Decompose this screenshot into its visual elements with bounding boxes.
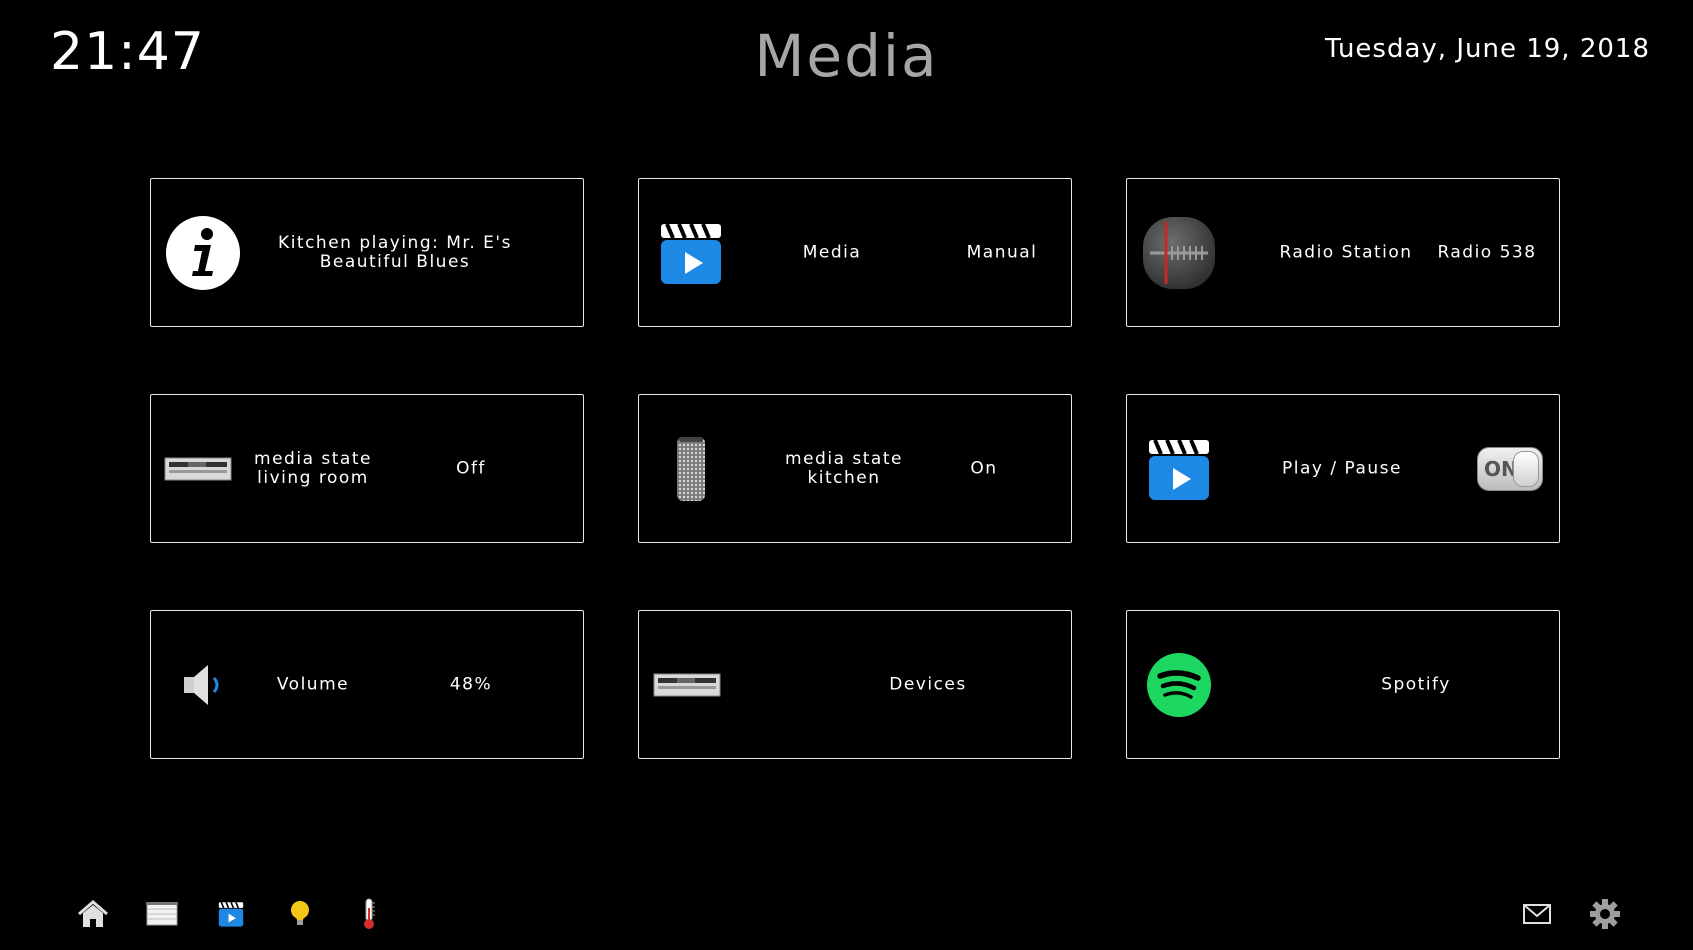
av-receiver-icon xyxy=(651,645,723,725)
tile-radio-station[interactable]: Radio Station Radio 538 xyxy=(1126,178,1560,327)
lightbulb-icon[interactable] xyxy=(281,895,319,933)
tile-radio-station-label: Radio Station xyxy=(1279,242,1413,262)
smart-speaker-icon xyxy=(651,429,731,509)
bottom-nav xyxy=(0,895,1693,935)
tile-volume[interactable]: Volume 48% xyxy=(150,610,584,759)
speaker-volume-icon xyxy=(163,645,243,725)
tile-volume-label: Volume xyxy=(276,674,350,694)
settings-gear-icon[interactable] xyxy=(1586,895,1624,933)
tile-spotify-label: Spotify xyxy=(1381,674,1451,694)
clapperboard-play-icon xyxy=(1139,429,1219,509)
tile-media-state-kitchen[interactable]: media state kitchen On xyxy=(638,394,1072,543)
play-pause-toggle[interactable]: ON xyxy=(1477,446,1543,491)
tile-living-room-value: Off xyxy=(456,458,486,478)
radio-dial-icon xyxy=(1139,213,1219,293)
spotify-icon xyxy=(1139,645,1219,725)
tile-devices-label: Devices xyxy=(889,674,967,694)
mail-icon[interactable] xyxy=(1518,895,1556,933)
tile-devices[interactable]: Devices xyxy=(638,610,1072,759)
tile-kitchen-label: media state kitchen xyxy=(785,448,903,488)
date: Tuesday, June 19, 2018 xyxy=(1325,34,1650,64)
toggle-knob xyxy=(1513,450,1539,487)
media-icon[interactable] xyxy=(212,895,250,933)
tile-kitchen-value: On xyxy=(970,458,998,478)
tile-now-playing-label: Kitchen playing: Mr. E's Beautiful Blues xyxy=(278,232,512,272)
av-receiver-icon xyxy=(163,429,233,509)
tile-play-pause-label: Play / Pause xyxy=(1282,458,1402,478)
tile-radio-station-value: Radio 538 xyxy=(1437,242,1537,262)
tile-media-value: Manual xyxy=(966,242,1038,262)
clapperboard-play-icon xyxy=(651,213,731,293)
tile-volume-value: 48% xyxy=(449,674,493,694)
tile-play-pause[interactable]: Play / Pause ON xyxy=(1126,394,1560,543)
blinds-icon[interactable] xyxy=(143,895,181,933)
thermometer-icon[interactable] xyxy=(350,895,388,933)
tile-media-label: Media xyxy=(802,242,862,262)
tile-living-room-label: media state living room xyxy=(254,448,372,488)
info-icon xyxy=(163,213,243,293)
tile-media-state-living-room[interactable]: media state living room Off xyxy=(150,394,584,543)
tile-media[interactable]: Media Manual xyxy=(638,178,1072,327)
tile-now-playing[interactable]: Kitchen playing: Mr. E's Beautiful Blues xyxy=(150,178,584,327)
tile-spotify[interactable]: Spotify xyxy=(1126,610,1560,759)
home-icon[interactable] xyxy=(74,895,112,933)
